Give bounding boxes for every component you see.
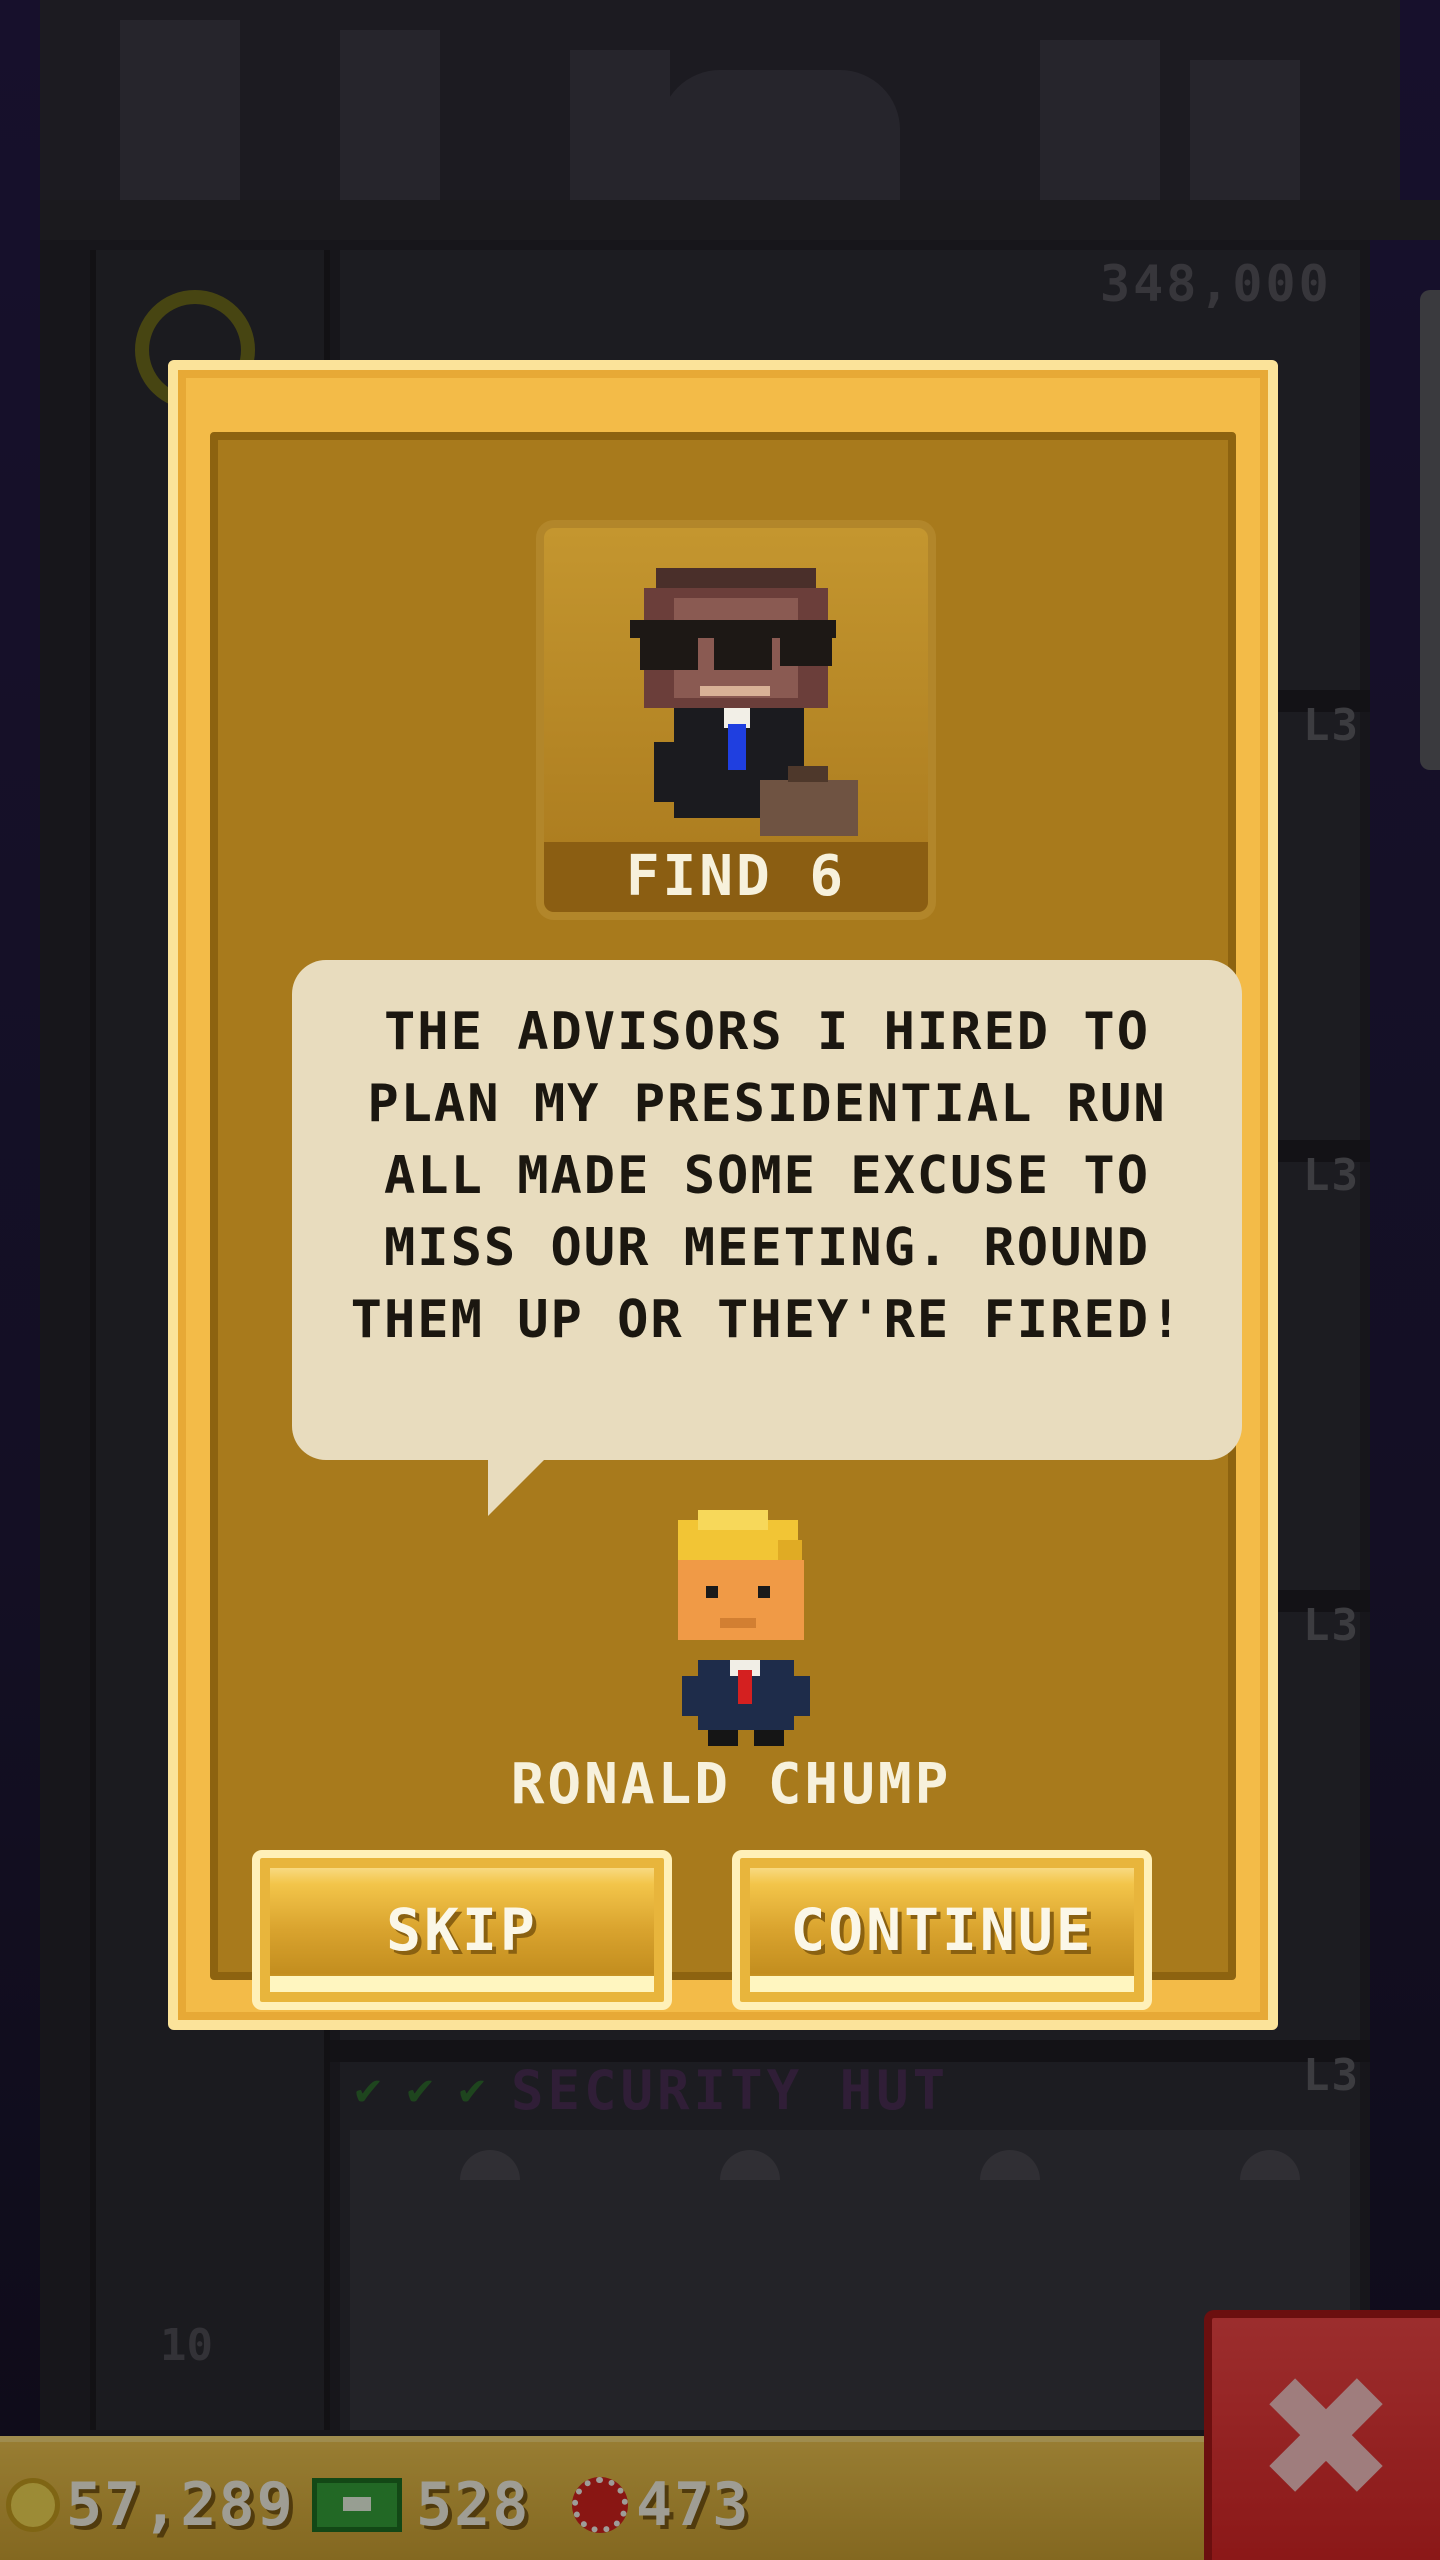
quest-dialog-body: FIND 6 THE ADVISORS I HIRED TO PLAN MY P… xyxy=(210,432,1242,2010)
continue-button-label: CONTINUE xyxy=(790,1896,1094,1964)
quest-message: THE ADVISORS I HIRED TO PLAN MY PRESIDEN… xyxy=(350,1002,1184,1350)
advisor-character-icon xyxy=(630,568,858,836)
target-portrait: FIND 6 xyxy=(536,520,936,920)
continue-button[interactable]: CONTINUE xyxy=(732,1850,1152,2010)
speaker-avatar xyxy=(658,1510,818,1750)
speech-bubble: THE ADVISORS I HIRED TO PLAN MY PRESIDEN… xyxy=(292,960,1242,1460)
skip-button[interactable]: SKIP xyxy=(252,1850,672,2010)
skip-button-label: SKIP xyxy=(386,1896,538,1964)
speech-bubble-tail xyxy=(488,1456,548,1516)
find-count-label: FIND 6 xyxy=(544,842,928,912)
ronald-chump-character-icon xyxy=(678,1510,810,1746)
speaker-name: RONALD CHUMP xyxy=(510,1752,952,1817)
quest-dialog: FIND 6 THE ADVISORS I HIRED TO PLAN MY P… xyxy=(168,360,1278,2030)
